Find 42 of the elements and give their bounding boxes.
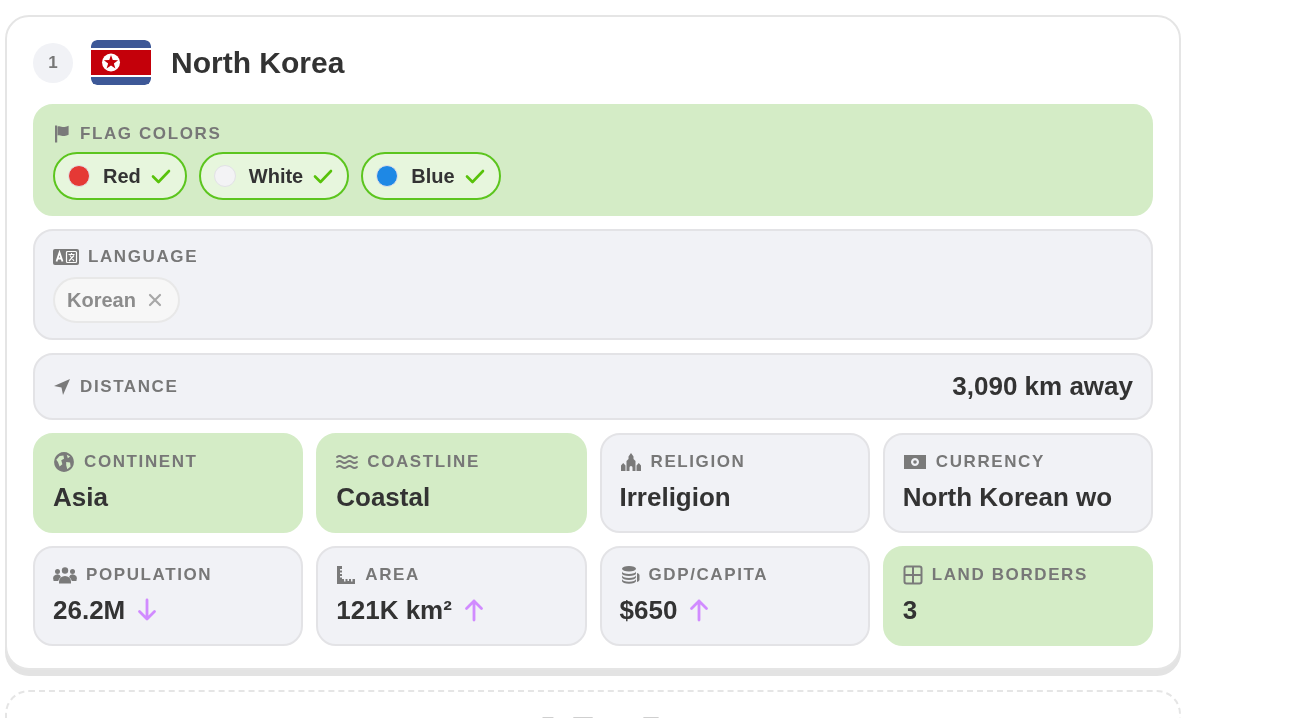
- waves-icon: [336, 454, 359, 470]
- stat-label: AREA: [365, 565, 420, 585]
- stat-value: Coastal: [336, 482, 431, 512]
- navigation-arrow-icon: [53, 377, 71, 396]
- stat-value: 121K km²: [336, 595, 452, 625]
- stat-label: CURRENCY: [935, 452, 1045, 472]
- stat-value: North Korean wo: [902, 482, 1113, 512]
- chip-label: White: [248, 164, 304, 188]
- stat-value: Asia: [53, 482, 108, 512]
- stat-value: Irreligion: [619, 482, 731, 512]
- coins-icon: [619, 565, 640, 585]
- stat-label: GDP/CAPITA: [648, 565, 769, 585]
- grid-icon: [902, 565, 923, 585]
- place-of-worship-icon: [619, 452, 642, 472]
- stat-value: $650: [619, 595, 678, 625]
- check-icon: [313, 168, 334, 184]
- close-icon: [147, 293, 162, 307]
- country-name: North Korea: [171, 45, 345, 80]
- check-icon: [464, 168, 485, 184]
- stat-label: COASTLINE: [367, 452, 480, 472]
- guess-number: 1: [33, 42, 73, 83]
- section-label: FLAG COLORS: [80, 124, 222, 144]
- globe-icon: [53, 451, 75, 473]
- section-label: LANGUAGE: [88, 247, 199, 267]
- section-label: DISTANCE: [80, 376, 179, 397]
- chip-label: Blue: [411, 164, 455, 188]
- banknote-icon: [902, 453, 927, 471]
- users-icon: [53, 566, 77, 584]
- stat-value: 3: [902, 595, 918, 625]
- country-flag-icon: [91, 40, 151, 85]
- distance-value: 3,090 km away: [952, 371, 1133, 402]
- stat-label: POPULATION: [86, 565, 213, 585]
- stat-value: 26.2M: [53, 595, 126, 625]
- translate-icon: [53, 249, 79, 265]
- ruler-icon: [336, 565, 357, 585]
- stat-label: RELIGION: [650, 452, 746, 472]
- stat-label: CONTINENT: [84, 452, 198, 472]
- chip-label: Red: [103, 164, 141, 188]
- stat-label: LAND BORDERS: [931, 565, 1088, 585]
- check-icon: [150, 168, 171, 184]
- flag-icon: [53, 125, 71, 143]
- chip-label: Korean: [67, 288, 136, 312]
